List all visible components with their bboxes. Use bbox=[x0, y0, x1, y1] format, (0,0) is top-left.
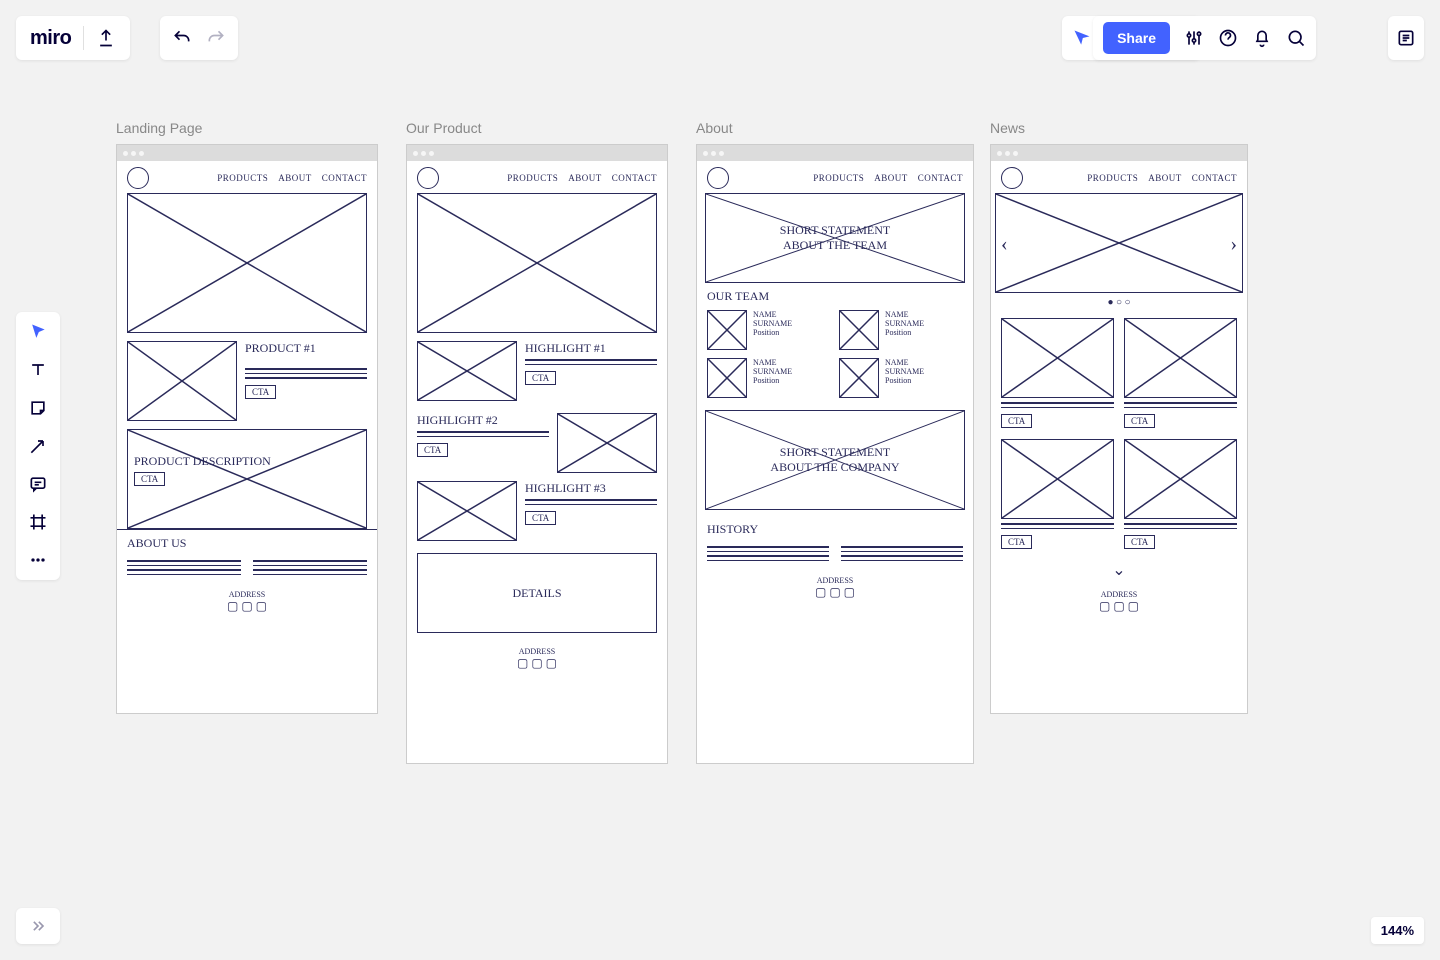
news-card: CTA bbox=[1001, 439, 1114, 550]
cta-button: CTA bbox=[134, 472, 165, 486]
settings-icon[interactable] bbox=[1184, 28, 1204, 48]
heading: OUR TEAM bbox=[707, 289, 963, 304]
nav-link: PRODUCTS bbox=[813, 173, 864, 183]
frame-landing[interactable]: PRODUCTS ABOUT CONTACT PRODUCT #1 CTA PR… bbox=[116, 144, 378, 714]
news-card: CTA bbox=[1124, 439, 1237, 550]
chevron-left-icon: ‹ bbox=[1001, 233, 1008, 256]
cta-button: CTA bbox=[245, 385, 276, 399]
frame-news[interactable]: PRODUCTS ABOUT CONTACT ‹ › ● ○ ○ CTA CTA… bbox=[990, 144, 1248, 714]
tool-sidebar bbox=[16, 312, 60, 580]
heading: PRODUCT #1 bbox=[245, 341, 367, 356]
desc-box: PRODUCT DESCRIPTION CTA bbox=[127, 429, 367, 529]
hero-placeholder bbox=[417, 193, 657, 333]
chevrons-right-icon bbox=[28, 916, 48, 936]
image-placeholder bbox=[557, 413, 657, 473]
undo-icon[interactable] bbox=[172, 28, 192, 48]
company-statement: SHORT STATEMENT ABOUT THE COMPANY bbox=[705, 410, 965, 510]
undo-redo-bar bbox=[160, 16, 238, 60]
details-box: DETAILS bbox=[417, 553, 657, 633]
heading: HIGHLIGHT #1 bbox=[525, 341, 657, 356]
heading: PRODUCT DESCRIPTION bbox=[134, 454, 360, 469]
app-logo[interactable]: miro bbox=[30, 27, 71, 50]
nav-link: ABOUT bbox=[874, 173, 908, 183]
more-tools-icon[interactable] bbox=[28, 550, 48, 570]
browser-chrome bbox=[697, 145, 973, 161]
frame-label[interactable]: Landing Page bbox=[116, 120, 202, 136]
comment-tool-icon[interactable] bbox=[28, 474, 48, 494]
statement: SHORT STATEMENT ABOUT THE COMPANY bbox=[765, 445, 905, 475]
news-card: CTA bbox=[1001, 318, 1114, 429]
frame-label[interactable]: About bbox=[696, 120, 733, 136]
nav-link: PRODUCTS bbox=[1087, 173, 1138, 183]
nav-link: ABOUT bbox=[1148, 173, 1182, 183]
image-placeholder bbox=[127, 341, 237, 421]
chevron-down-icon: ⌄ bbox=[991, 560, 1247, 580]
activity-button[interactable] bbox=[1388, 16, 1424, 60]
heading: HISTORY bbox=[707, 522, 963, 537]
browser-chrome bbox=[407, 145, 667, 161]
hero-placeholder bbox=[127, 193, 367, 333]
divider bbox=[83, 26, 84, 50]
help-icon[interactable] bbox=[1218, 28, 1238, 48]
text-tool-icon[interactable] bbox=[28, 360, 48, 380]
canvas[interactable]: Landing Page PRODUCTS ABOUT CONTACT PROD… bbox=[116, 120, 1380, 880]
nav-link: CONTACT bbox=[1192, 173, 1237, 183]
nav-link: ABOUT bbox=[568, 173, 602, 183]
heading: HIGHLIGHT #2 bbox=[417, 413, 549, 428]
team-member: NAMESURNAMEPosition bbox=[839, 310, 963, 350]
image-placeholder bbox=[417, 481, 517, 541]
footer-address: ADDRESS bbox=[1001, 590, 1237, 599]
export-icon[interactable] bbox=[96, 28, 116, 48]
team-member: NAMESURNAMEPosition bbox=[839, 358, 963, 398]
frame-about[interactable]: PRODUCTS ABOUT CONTACT SHORT STATEMENT A… bbox=[696, 144, 974, 764]
list-icon bbox=[1396, 28, 1416, 48]
team-member: NAMESURNAMEPosition bbox=[707, 358, 831, 398]
nav-link: CONTACT bbox=[918, 173, 963, 183]
logo-placeholder bbox=[707, 167, 729, 189]
logo-placeholder bbox=[417, 167, 439, 189]
chevron-right-icon: › bbox=[1230, 233, 1237, 256]
logo-placeholder bbox=[1001, 167, 1023, 189]
sticky-tool-icon[interactable] bbox=[28, 398, 48, 418]
cta-button: CTA bbox=[525, 511, 556, 525]
top-logo-bar: miro bbox=[16, 16, 130, 60]
statement: SHORT STATEMENT ABOUT THE TEAM bbox=[765, 223, 905, 253]
cta-button: CTA bbox=[525, 371, 556, 385]
expand-panel-button[interactable] bbox=[16, 908, 60, 944]
search-icon[interactable] bbox=[1286, 28, 1306, 48]
team-member: NAMESURNAMEPosition bbox=[707, 310, 831, 350]
carousel-dots: ● ○ ○ bbox=[995, 297, 1243, 308]
hero-statement: SHORT STATEMENT ABOUT THE TEAM bbox=[705, 193, 965, 283]
image-placeholder bbox=[417, 341, 517, 401]
heading: HIGHLIGHT #3 bbox=[525, 481, 657, 496]
cta-button: CTA bbox=[417, 443, 448, 457]
browser-chrome bbox=[117, 145, 377, 161]
news-card: CTA bbox=[1124, 318, 1237, 429]
redo-icon[interactable] bbox=[206, 28, 226, 48]
cursor-icon[interactable] bbox=[1072, 28, 1092, 48]
select-tool-icon[interactable] bbox=[28, 322, 48, 342]
footer-address: ADDRESS bbox=[703, 576, 967, 585]
browser-chrome bbox=[991, 145, 1247, 161]
share-button-bar: Share bbox=[1093, 16, 1316, 60]
share-button[interactable]: Share bbox=[1103, 22, 1170, 54]
nav-link: CONTACT bbox=[322, 173, 367, 183]
zoom-level[interactable]: 144% bbox=[1371, 917, 1424, 944]
nav-link: PRODUCTS bbox=[217, 173, 268, 183]
frame-tool-icon[interactable] bbox=[28, 512, 48, 532]
nav-link: ABOUT bbox=[278, 173, 312, 183]
nav-link: CONTACT bbox=[612, 173, 657, 183]
carousel bbox=[995, 193, 1243, 293]
footer-address: ADDRESS bbox=[123, 590, 371, 599]
footer-address: ADDRESS bbox=[413, 647, 661, 656]
logo-placeholder bbox=[127, 167, 149, 189]
nav-link: PRODUCTS bbox=[507, 173, 558, 183]
frame-label[interactable]: Our Product bbox=[406, 120, 481, 136]
frame-product[interactable]: PRODUCTS ABOUT CONTACT HIGHLIGHT #1 CTA … bbox=[406, 144, 668, 764]
heading: ABOUT US bbox=[127, 536, 367, 551]
arrow-tool-icon[interactable] bbox=[28, 436, 48, 456]
heading: DETAILS bbox=[512, 586, 561, 601]
frame-label[interactable]: News bbox=[990, 120, 1025, 136]
bell-icon[interactable] bbox=[1252, 28, 1272, 48]
